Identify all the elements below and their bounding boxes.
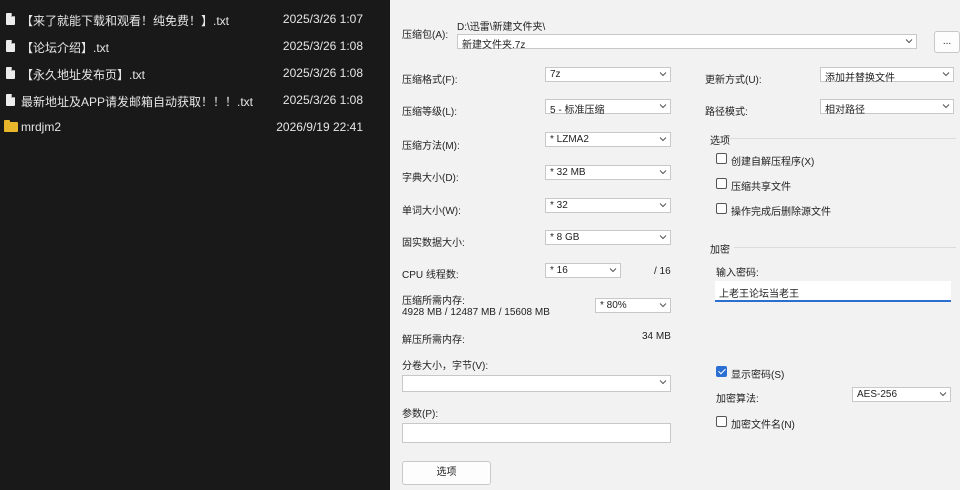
- shared-files-checkbox[interactable]: [716, 178, 727, 189]
- file-row[interactable]: 【来了就能下载和观看！纯免费！】.txt 2025/3/26 1:07: [0, 6, 390, 33]
- method-label: 压缩方法(M):: [402, 141, 460, 152]
- split-label: 分卷大小，字节(V):: [402, 361, 489, 372]
- chevron-down-icon: [659, 380, 667, 385]
- dict-label: 字典大小(D):: [402, 173, 459, 184]
- chevron-down-icon: [939, 392, 947, 397]
- file-row[interactable]: 【永久地址发布页】.txt 2025/3/26 1:08: [0, 60, 390, 87]
- archive-path: D:\迅雷\新建文件夹\: [457, 22, 546, 33]
- path-mode-value: 相对路径: [825, 105, 865, 116]
- sfx-label[interactable]: 创建自解压程序(X): [731, 153, 814, 168]
- file-row[interactable]: mrdjm2 2026/9/19 22:41: [0, 114, 390, 141]
- shared-files-label[interactable]: 压缩共享文件: [731, 178, 791, 193]
- level-dropdown[interactable]: 5 - 标准压缩: [545, 99, 671, 116]
- format-dropdown[interactable]: 7z: [545, 67, 671, 82]
- mem-label: 压缩所需内存:: [402, 296, 465, 307]
- file-date: 2025/3/26 1:07: [282, 12, 363, 26]
- encrypt-group-divider: [734, 247, 956, 248]
- chevron-down-icon: [659, 235, 667, 240]
- format-value: 7z: [550, 69, 561, 80]
- delete-after-checkbox[interactable]: [716, 203, 727, 214]
- folder-date: 2026/9/19 22:41: [276, 120, 363, 134]
- cpu-label: CPU 线程数:: [402, 270, 459, 281]
- method-value: * LZMA2: [550, 134, 589, 145]
- chevron-down-icon: [659, 104, 667, 109]
- params-label: 参数(P):: [402, 409, 439, 420]
- text-file-icon: [6, 94, 15, 106]
- enc-method-value: AES-256: [857, 389, 898, 400]
- split-combo[interactable]: [402, 375, 671, 392]
- update-value: 添加并替换文件: [825, 73, 895, 84]
- enc-method-dropdown[interactable]: AES-256: [852, 387, 951, 402]
- dict-value: * 32 MB: [550, 167, 586, 178]
- word-label: 单词大小(W):: [402, 206, 461, 217]
- encrypt-names-checkbox[interactable]: [716, 416, 727, 427]
- archive-name-label: 压缩包(A):: [402, 30, 449, 41]
- file-date: 2025/3/26 1:08: [282, 93, 363, 107]
- mem-value: * 80%: [600, 300, 627, 311]
- dict-dropdown[interactable]: * 32 MB: [545, 165, 671, 180]
- mem-dropdown[interactable]: * 80%: [595, 298, 671, 313]
- show-password-checkbox[interactable]: [716, 366, 727, 377]
- enc-method-label: 加密算法:: [716, 394, 759, 405]
- chevron-down-icon: [659, 72, 667, 77]
- chevron-down-icon: [609, 268, 617, 273]
- word-dropdown[interactable]: * 32: [545, 198, 671, 213]
- update-label: 更新方式(U):: [705, 75, 762, 86]
- file-list-panel: 【来了就能下载和观看！纯免费！】.txt 2025/3/26 1:07 【论坛介…: [0, 0, 390, 490]
- chevron-down-icon: [942, 72, 950, 77]
- chevron-down-icon: [942, 104, 950, 109]
- encrypt-group-title: 加密: [710, 245, 730, 256]
- word-value: * 32: [550, 200, 568, 211]
- level-label: 压缩等级(L):: [402, 107, 457, 118]
- options-group-divider: [730, 138, 956, 139]
- decomp-label: 解压所需内存:: [402, 335, 465, 346]
- cpu-dropdown[interactable]: * 16: [545, 263, 621, 278]
- file-row[interactable]: 最新地址及APP请发邮箱自动获取！！！.txt 2025/3/26 1:08: [0, 87, 390, 114]
- folder-name: mrdjm2: [21, 120, 62, 134]
- show-password-label[interactable]: 显示密码(S): [731, 366, 784, 381]
- solid-label: 固实数据大小:: [402, 238, 465, 249]
- chevron-down-icon: [659, 203, 667, 208]
- file-row[interactable]: 【论坛介绍】.txt 2025/3/26 1:08: [0, 33, 390, 60]
- level-value: 5 - 标准压缩: [550, 105, 605, 116]
- options-button[interactable]: 选项: [402, 461, 491, 485]
- archive-name-value: 新建文件夹.7z: [462, 40, 526, 51]
- password-input[interactable]: 上老王论坛当老王: [715, 281, 951, 302]
- compress-dialog: 压缩包(A): D:\迅雷\新建文件夹\ 新建文件夹.7z ... 压缩格式(F…: [390, 0, 960, 490]
- file-name: 【来了就能下载和观看！纯免费！】.txt: [21, 14, 230, 28]
- update-dropdown[interactable]: 添加并替换文件: [820, 67, 954, 84]
- method-dropdown[interactable]: * LZMA2: [545, 132, 671, 147]
- browse-button[interactable]: ...: [934, 31, 960, 53]
- mem-detail: 4928 MB / 12487 MB / 15608 MB: [402, 307, 550, 318]
- text-file-icon: [6, 67, 15, 79]
- file-name: 【永久地址发布页】.txt: [21, 68, 146, 82]
- file-date: 2025/3/26 1:08: [282, 39, 363, 53]
- folder-icon: [4, 120, 18, 132]
- file-date: 2025/3/26 1:08: [282, 66, 363, 80]
- delete-after-label[interactable]: 操作完成后删除源文件: [731, 203, 831, 218]
- password-label: 输入密码:: [716, 268, 759, 279]
- format-label: 压缩格式(F):: [402, 75, 458, 86]
- file-name: 最新地址及APP请发邮箱自动获取！！！.txt: [21, 95, 254, 109]
- params-input[interactable]: [402, 423, 671, 443]
- chevron-down-icon: [659, 303, 667, 308]
- chevron-down-icon: [659, 170, 667, 175]
- chevron-down-icon: [659, 137, 667, 142]
- chevron-down-icon: [905, 39, 913, 44]
- password-value: 上老王论坛当老王: [719, 289, 799, 300]
- encrypt-names-label[interactable]: 加密文件名(N): [731, 416, 795, 431]
- solid-value: * 8 GB: [550, 232, 580, 243]
- options-group-title: 选项: [710, 136, 730, 147]
- archive-name-combo[interactable]: 新建文件夹.7z: [457, 34, 917, 51]
- sfx-checkbox[interactable]: [716, 153, 727, 164]
- file-name: 【论坛介绍】.txt: [21, 41, 110, 55]
- text-file-icon: [6, 40, 15, 52]
- cpu-total: / 16: [654, 266, 671, 277]
- solid-dropdown[interactable]: * 8 GB: [545, 230, 671, 245]
- text-file-icon: [6, 13, 15, 25]
- path-mode-label: 路径模式:: [705, 107, 748, 118]
- decomp-value: 34 MB: [642, 331, 671, 342]
- cpu-value: * 16: [550, 265, 568, 276]
- path-mode-dropdown[interactable]: 相对路径: [820, 99, 954, 116]
